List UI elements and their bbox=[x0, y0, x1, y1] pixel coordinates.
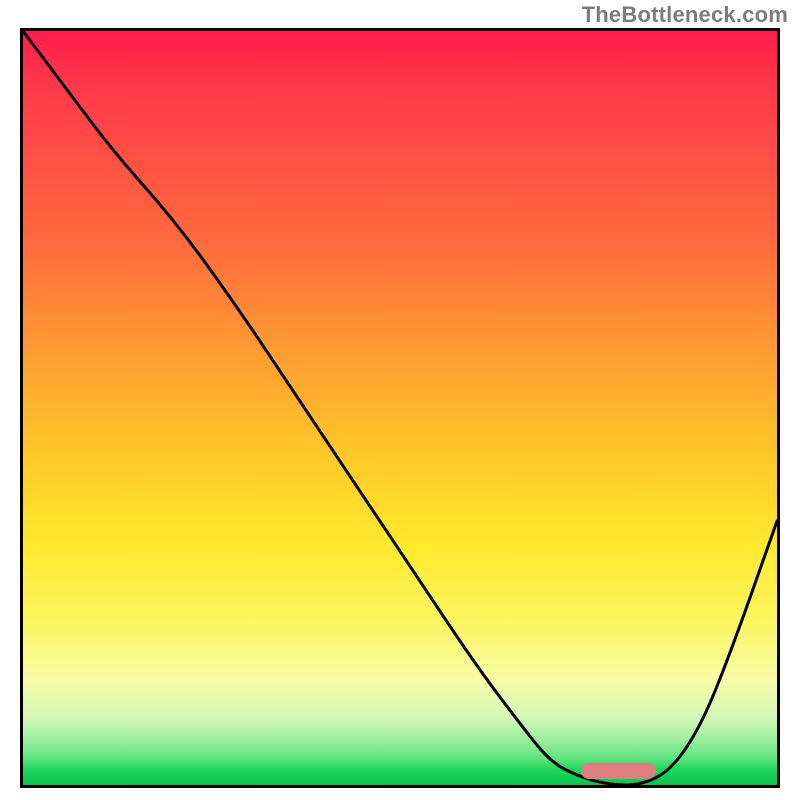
bottleneck-curve-path bbox=[23, 31, 777, 785]
bottleneck-chart bbox=[20, 28, 780, 788]
optimal-range-marker bbox=[581, 763, 656, 779]
attribution-text: TheBottleneck.com bbox=[582, 2, 788, 28]
bottleneck-curve-svg bbox=[23, 31, 777, 785]
